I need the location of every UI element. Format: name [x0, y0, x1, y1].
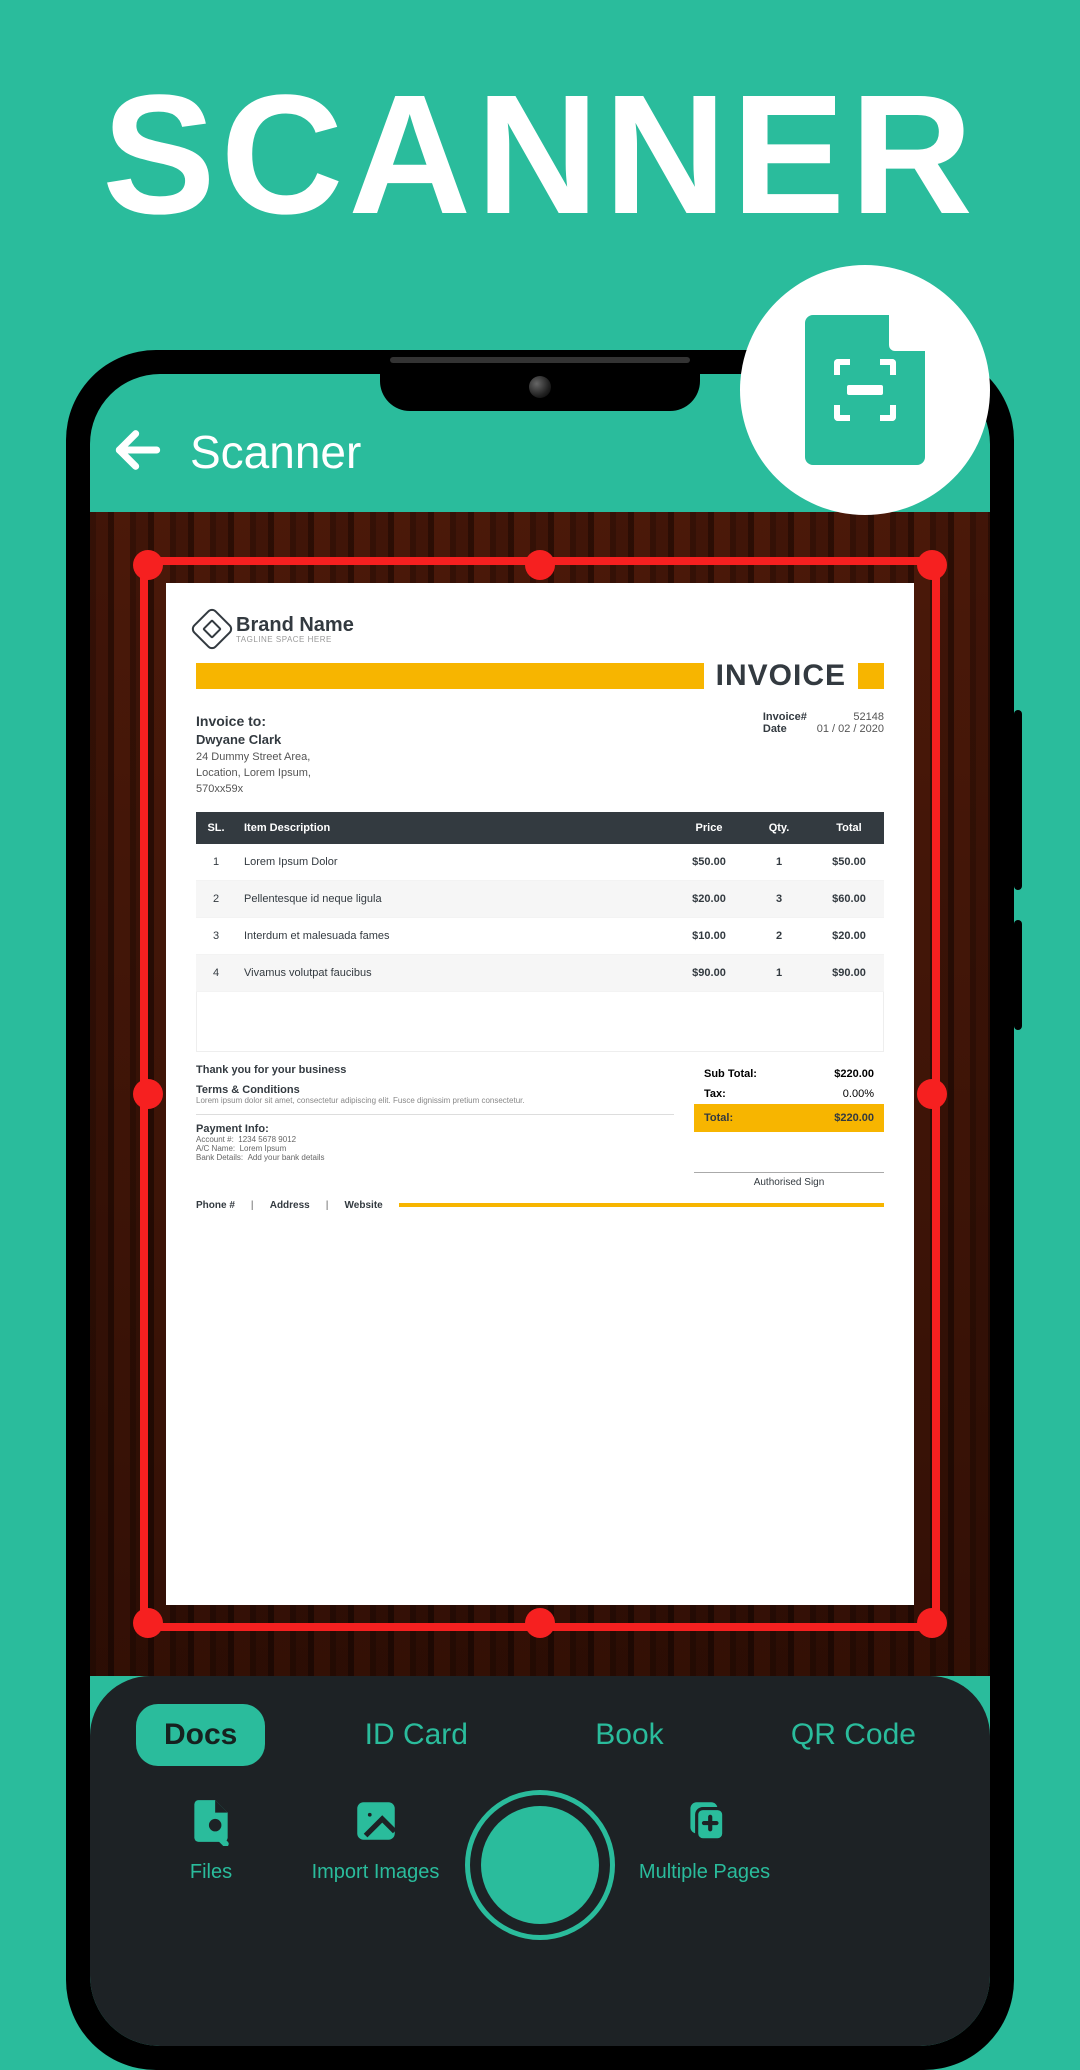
files-button[interactable]: Files — [136, 1796, 286, 1884]
cell-desc: Interdum et malesuada fames — [236, 917, 674, 954]
crop-handle-tm[interactable] — [525, 550, 555, 580]
col-price: Price — [674, 812, 744, 844]
mode-docs[interactable]: Docs — [136, 1704, 265, 1766]
mode-tabs: Docs ID Card Book QR Code — [126, 1704, 954, 1766]
cell-qty: 1 — [744, 844, 814, 881]
addr-1: 24 Dummy Street Area, — [196, 750, 311, 766]
multiple-pages-button[interactable]: Multiple Pages — [630, 1796, 780, 1884]
cell-sl: 2 — [196, 880, 236, 917]
crop-handle-mr[interactable] — [917, 1079, 947, 1109]
document-scan-icon — [805, 315, 925, 465]
footer-phone: Phone # — [196, 1200, 235, 1211]
mode-idcard[interactable]: ID Card — [337, 1704, 496, 1766]
crop-handle-bm[interactable] — [525, 1608, 555, 1638]
cell-total: $20.00 — [814, 917, 884, 954]
crop-handle-br[interactable] — [917, 1608, 947, 1638]
doc-title: INVOICE — [704, 659, 858, 693]
payment-info-label: Payment Info: — [196, 1123, 674, 1135]
footer-website: Website — [345, 1200, 383, 1211]
invoice-date: 01 / 02 / 2020 — [817, 723, 884, 735]
cell-qty: 3 — [744, 880, 814, 917]
phone-frame: Scanner Brand Name TAGLINE SPACE HE — [66, 350, 1014, 2070]
addr-2: Location, Lorem Ipsum, — [196, 766, 311, 782]
app-screen: Scanner Brand Name TAGLINE SPACE HE — [90, 374, 990, 2046]
invoice-to-label: Invoice to: — [196, 711, 311, 731]
mode-qrcode[interactable]: QR Code — [763, 1704, 944, 1766]
invoice-no-label: Invoice# — [763, 711, 807, 723]
cell-price: $10.00 — [674, 917, 744, 954]
import-label: Import Images — [312, 1861, 440, 1884]
cell-total: $90.00 — [814, 954, 884, 991]
col-desc: Item Description — [236, 812, 674, 844]
cell-desc: Pellentesque id neque ligula — [236, 880, 674, 917]
brand-tagline: TAGLINE SPACE HERE — [236, 635, 354, 644]
image-icon — [351, 1796, 401, 1851]
appbar-title: Scanner — [190, 425, 361, 479]
file-icon — [186, 1796, 236, 1851]
terms-label: Terms & Conditions — [196, 1084, 674, 1096]
cell-qty: 2 — [744, 917, 814, 954]
cell-sl: 3 — [196, 917, 236, 954]
multipage-label: Multiple Pages — [639, 1861, 770, 1884]
crop-handle-ml[interactable] — [133, 1079, 163, 1109]
multi-page-icon — [680, 1796, 730, 1851]
cell-sl: 1 — [196, 844, 236, 881]
camera-viewport: Brand Name TAGLINE SPACE HERE INVOICE In… — [90, 512, 990, 1676]
thank-text: Thank you for your business — [196, 1064, 674, 1076]
cell-sl: 4 — [196, 954, 236, 991]
col-total: Total — [814, 812, 884, 844]
subtotal-value: $220.00 — [834, 1068, 874, 1080]
tax-label: Tax: — [704, 1088, 726, 1100]
items-table: SL. Item Description Price Qty. Total 1L… — [196, 812, 884, 992]
table-row: 4Vivamus volutpat faucibus$90.001$90.00 — [196, 954, 884, 991]
mode-book[interactable]: Book — [567, 1704, 691, 1766]
app-badge — [740, 265, 990, 515]
crop-handle-tr[interactable] — [917, 550, 947, 580]
phone-notch — [380, 363, 700, 411]
table-row: 1Lorem Ipsum Dolor$50.001$50.00 — [196, 844, 884, 881]
back-arrow-icon[interactable] — [110, 422, 166, 483]
footer-address: Address — [270, 1200, 310, 1211]
col-qty: Qty. — [744, 812, 814, 844]
auth-sign: Authorised Sign — [694, 1172, 884, 1188]
files-label: Files — [190, 1861, 232, 1884]
client-name: Dwyane Clark — [196, 731, 311, 750]
promo-title: SCANNER — [0, 70, 1080, 240]
table-row: 3Interdum et malesuada fames$10.002$20.0… — [196, 917, 884, 954]
cell-desc: Vivamus volutpat faucibus — [236, 954, 674, 991]
table-row: 2Pellentesque id neque ligula$20.003$60.… — [196, 880, 884, 917]
cell-qty: 1 — [744, 954, 814, 991]
scanned-document: Brand Name TAGLINE SPACE HERE INVOICE In… — [166, 583, 914, 1605]
subtotal-label: Sub Total: — [704, 1068, 757, 1080]
date-label: Date — [763, 723, 787, 735]
bottom-panel: Docs ID Card Book QR Code Files Import I… — [90, 1676, 990, 2046]
cell-desc: Lorem Ipsum Dolor — [236, 844, 674, 881]
total-label: Total: — [704, 1112, 733, 1124]
tax-value: 0.00% — [843, 1088, 874, 1100]
crop-frame[interactable]: Brand Name TAGLINE SPACE HERE INVOICE In… — [140, 557, 940, 1631]
cell-total: $60.00 — [814, 880, 884, 917]
terms-text: Lorem ipsum dolor sit amet, consectetur … — [196, 1096, 674, 1106]
crop-handle-tl[interactable] — [133, 550, 163, 580]
invoice-no: 52148 — [853, 711, 884, 723]
import-images-button[interactable]: Import Images — [301, 1796, 451, 1884]
addr-3: 570xx59x — [196, 782, 311, 798]
total-value: $220.00 — [834, 1112, 874, 1124]
brand-logo-icon — [189, 606, 234, 651]
cell-price: $50.00 — [674, 844, 744, 881]
capture-button[interactable] — [465, 1790, 615, 1940]
cell-price: $20.00 — [674, 880, 744, 917]
brand-name: Brand Name — [236, 615, 354, 635]
cell-total: $50.00 — [814, 844, 884, 881]
crop-handle-bl[interactable] — [133, 1608, 163, 1638]
cell-price: $90.00 — [674, 954, 744, 991]
col-sl: SL. — [196, 812, 236, 844]
